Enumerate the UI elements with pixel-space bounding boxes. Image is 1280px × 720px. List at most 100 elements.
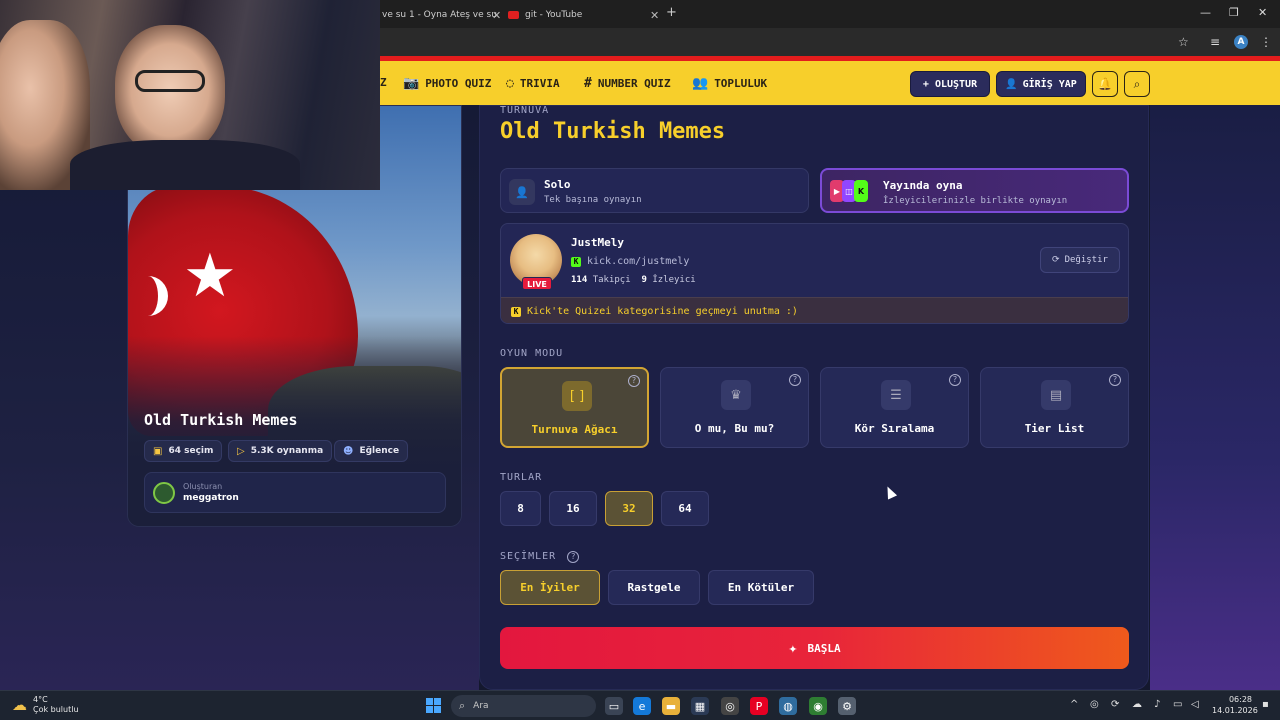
kick-icon: K (571, 256, 581, 267)
camera-icon: 📷 (403, 76, 420, 91)
restore-icon[interactable]: ❐ (1229, 6, 1239, 19)
browser-tab-game[interactable]: ve su 1 - Oyna Ateş ve su ✕ (382, 5, 501, 25)
list-icon: ☰ (881, 380, 911, 410)
cover-title: Old Turkish Memes (144, 411, 298, 429)
cloud-icon: ☁ (12, 696, 27, 714)
nav-item-photo-quiz[interactable]: 📷 PHOTO QUIZ (403, 76, 491, 91)
search-icon: ⌕ (459, 699, 466, 712)
pinterest-icon[interactable]: P (750, 697, 768, 715)
window-close-icon[interactable]: ✕ (1258, 6, 1267, 19)
chip-category[interactable]: ☻ Eğlence (334, 440, 409, 462)
media-control-icon[interactable]: ≡ (1210, 35, 1220, 49)
nav-label: TOPLULUK (714, 77, 768, 90)
chrome-icon[interactable]: ◉ (809, 697, 827, 715)
mode-solo[interactable]: 👤 Solo Tek başına oynayın (500, 168, 809, 213)
start-label: BAŞLA (807, 641, 841, 655)
round-option-32[interactable]: 32 (605, 491, 653, 526)
change-streamer-button[interactable]: ⟳ Değiştir (1040, 247, 1120, 273)
taskbar-search[interactable]: ⌕ Ara (451, 695, 596, 717)
round-option-64[interactable]: 64 (661, 491, 709, 526)
follower-count: 114 (571, 275, 588, 285)
nav-item-trivia[interactable]: ◌ TRIVIA (506, 76, 560, 91)
browser-tab-youtube[interactable]: git - YouTube ✕ (508, 5, 659, 25)
tab-label: ve su 1 - Oyna Ateş ve su (382, 10, 497, 20)
tray-app-icon[interactable]: ◎ (1090, 699, 1099, 710)
network-icon[interactable]: ▭ (1173, 699, 1182, 710)
profile-avatar[interactable]: A (1234, 35, 1248, 49)
viewer-label: İzleyici (652, 275, 696, 285)
change-label: Değiştir (1064, 255, 1108, 265)
start-button[interactable]: ✦ BAŞLA (500, 627, 1129, 669)
task-view-icon[interactable]: ▭ (605, 697, 623, 715)
mic-icon[interactable]: ♪ (1154, 699, 1160, 710)
crescent-shape (128, 276, 168, 316)
tab-label: git - YouTube (525, 10, 583, 20)
close-icon[interactable]: ✕ (492, 9, 501, 22)
viewer-count: 9 (641, 275, 647, 285)
close-icon[interactable]: ✕ (650, 9, 659, 22)
creator-label: Oluşturan (183, 482, 223, 491)
cloud-tray-icon[interactable]: ☁ (1132, 699, 1142, 710)
help-icon[interactable]: ? (567, 551, 580, 563)
kick-icon: K (511, 306, 521, 317)
app-icon[interactable]: ◎ (721, 697, 739, 715)
app-globe-icon[interactable]: ◍ (779, 697, 797, 715)
tiers-icon: ▤ (1041, 380, 1071, 410)
help-icon[interactable]: ? (789, 374, 801, 386)
chip-label: 5.3K oynanma (250, 446, 324, 456)
weather-widget[interactable]: ☁ 4°C Çok bulutlu (12, 695, 79, 715)
stream-platform-icons: ▶ ◫ K (830, 180, 868, 202)
new-tab-icon[interactable]: + (666, 5, 677, 20)
menu-dots-icon[interactable]: ⋮ (1260, 35, 1272, 49)
eyebrow-label: TURNUVA (500, 105, 550, 116)
user-icon: 👤 (509, 179, 535, 205)
streamer-link-text: kick.com/justmely (587, 256, 690, 267)
sync-icon[interactable]: ⟳ (1111, 699, 1119, 710)
chip-plays: ▷ 5.3K oynanma (228, 440, 333, 462)
selection-best[interactable]: En İyiler (500, 570, 600, 605)
windows-taskbar: ☁ 4°C Çok bulutlu ⌕ Ara ▭ e ▬ ▦ ◎ P ◍ ◉ … (0, 690, 1280, 720)
minimize-icon[interactable]: — (1200, 6, 1211, 19)
chevron-up-icon[interactable]: ^ (1070, 699, 1078, 710)
game-mode-title: Tier List (1024, 422, 1085, 435)
windows-start-icon[interactable] (426, 698, 441, 713)
creator-box[interactable]: Oluşturan meggatron (144, 472, 446, 513)
settings-icon[interactable]: ⚙ (838, 697, 856, 715)
selection-random[interactable]: Rastgele (608, 570, 700, 605)
help-icon[interactable]: ? (628, 375, 640, 387)
bell-icon[interactable]: 🔔 (1092, 71, 1118, 97)
help-icon[interactable]: ? (949, 374, 961, 386)
webcam-person-body (70, 140, 300, 190)
nav-item-number-quiz[interactable]: # NUMBER QUIZ (584, 76, 671, 91)
chip-selections: ▣ 64 seçim (144, 440, 223, 462)
create-button[interactable]: + OLUŞTUR (910, 71, 990, 97)
taskbar-clock[interactable]: 06:28 14.01.2026 (1212, 694, 1258, 716)
nav-item-topluluk[interactable]: 👥 TOPLULUK (692, 76, 767, 91)
store-icon[interactable]: ▦ (691, 697, 709, 715)
volume-icon[interactable]: ◁ (1191, 699, 1199, 710)
category-notice: K Kick'te Quizei kategorisine geçmeyi un… (501, 297, 1128, 323)
login-button[interactable]: 👤 GİRİŞ YAP (996, 71, 1086, 97)
game-mode-this-or-that[interactable]: ? ♛ O mu, Bu mu? (660, 367, 809, 448)
nav-label: Z (380, 76, 387, 89)
bookmark-star-icon[interactable]: ☆ (1178, 35, 1189, 49)
streamer-stats: 114 Takipçi 9 İzleyici (571, 275, 696, 285)
game-mode-tier-list[interactable]: ? ▤ Tier List (980, 367, 1129, 448)
file-explorer-icon[interactable]: ▬ (662, 697, 680, 715)
game-mode-tournament[interactable]: ? [ ] Turnuva Ağacı (500, 367, 649, 448)
nav-label: TRIVIA (519, 77, 560, 90)
search-icon[interactable]: ⌕ (1124, 71, 1150, 97)
game-mode-blind-rank[interactable]: ? ☰ Kör Sıralama (820, 367, 969, 448)
round-option-16[interactable]: 16 (549, 491, 597, 526)
kick-icon: K (854, 180, 868, 202)
chip-label: 64 seçim (168, 446, 214, 456)
notification-icon[interactable]: ▪ (1262, 699, 1269, 710)
help-icon[interactable]: ? (1109, 374, 1121, 386)
round-option-8[interactable]: 8 (500, 491, 541, 526)
nav-item-quiz[interactable]: Z (380, 76, 387, 89)
rounds-label: TURLAR (500, 472, 543, 483)
edge-icon[interactable]: e (633, 697, 651, 715)
mode-stream[interactable]: ▶ ◫ K Yayında oyna İzleyicilerinizle bir… (820, 168, 1129, 213)
selection-worst[interactable]: En Kötüler (708, 570, 814, 605)
streamer-link[interactable]: K kick.com/justmely (571, 256, 689, 267)
